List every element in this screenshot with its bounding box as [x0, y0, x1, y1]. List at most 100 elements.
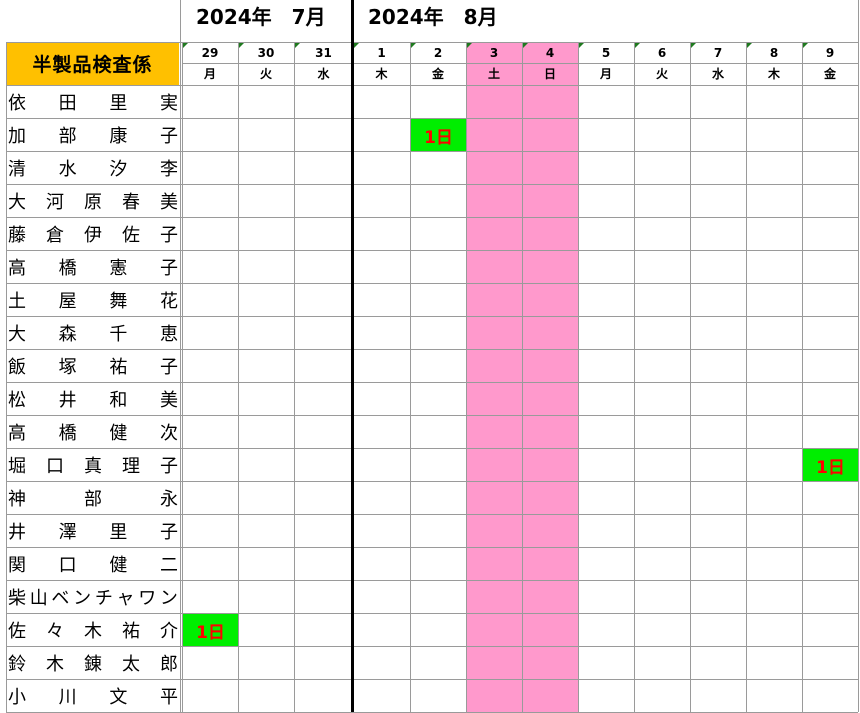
cell-comment-marker: [411, 43, 416, 48]
weekday-label-5[interactable]: 月: [578, 63, 634, 85]
grid-line: [6, 448, 858, 449]
day-number-5[interactable]: 5: [578, 43, 634, 63]
staff-name-char: 子: [160, 455, 178, 477]
staff-name-char: 子: [159, 125, 178, 147]
department-header[interactable]: 半製品検査係: [6, 42, 179, 85]
staff-name-char: 加: [8, 125, 26, 147]
staff-name-char: 美: [160, 191, 178, 213]
staff-name-char: 次: [159, 422, 178, 444]
staff-name-char: チ: [94, 587, 113, 609]
cell-comment-marker: [747, 43, 752, 48]
grid-line: [6, 283, 858, 284]
weekday-label-4[interactable]: 日: [522, 63, 578, 85]
staff-name-char: 水: [58, 158, 77, 180]
staff-name-char: 神: [8, 488, 26, 510]
staff-name-char: 子: [159, 356, 178, 378]
staff-name-char: 部: [84, 488, 102, 510]
staff-name-char: 介: [160, 620, 178, 642]
staff-name[interactable]: 大森千恵: [8, 316, 178, 349]
grid-line: [182, 63, 858, 64]
staff-name-char: 堀: [8, 455, 26, 477]
weekday-label-3[interactable]: 土: [466, 63, 522, 85]
staff-name-char: ャ: [116, 587, 135, 609]
weekday-label-6[interactable]: 火: [634, 63, 690, 85]
cell-comment-marker: [579, 43, 584, 48]
day-number-30[interactable]: 30: [238, 43, 294, 63]
grid-line: [410, 42, 411, 712]
staff-name-char: ン: [73, 587, 92, 609]
staff-name-char: 花: [159, 290, 178, 312]
weekday-label-9[interactable]: 金: [802, 63, 858, 85]
staff-name-char: 健: [109, 554, 128, 576]
staff-name[interactable]: 堀口真理子: [8, 448, 178, 481]
weekday-label-7[interactable]: 水: [690, 63, 746, 85]
day-number-9[interactable]: 9: [802, 43, 858, 63]
grid-line: [182, 42, 183, 712]
staff-name[interactable]: 井澤里子: [8, 514, 178, 547]
staff-name-char: 文: [109, 686, 128, 708]
grid-line: [6, 580, 858, 581]
day-number-2[interactable]: 2: [410, 43, 466, 63]
staff-name-char: 郎: [160, 653, 178, 675]
grid-line: [6, 151, 858, 152]
month-header-july[interactable]: 2024年 7月: [196, 0, 326, 40]
grid-line: [6, 646, 858, 647]
month-header-august[interactable]: 2024年 8月: [368, 0, 498, 40]
leave-cell[interactable]: 1日: [803, 449, 858, 481]
staff-name-char: 祐: [109, 356, 128, 378]
staff-name[interactable]: 松井和美: [8, 382, 178, 415]
staff-name-char: 二: [159, 554, 178, 576]
staff-name-char: 藤: [8, 224, 26, 246]
staff-name-char: 憲: [109, 257, 128, 279]
grid-line: [6, 415, 858, 416]
staff-name-char: 山: [29, 587, 48, 609]
staff-name-char: 田: [58, 92, 77, 114]
staff-name[interactable]: 依田里実: [8, 85, 178, 118]
staff-name-char: 李: [159, 158, 178, 180]
staff-name-char: 原: [84, 191, 102, 213]
staff-name-char: 伊: [84, 224, 102, 246]
staff-name[interactable]: 加部康子: [8, 118, 178, 151]
staff-name[interactable]: 関口健二: [8, 547, 178, 580]
day-number-31[interactable]: 31: [294, 43, 353, 63]
staff-name-char: 千: [109, 323, 128, 345]
grid-line: [690, 42, 691, 712]
day-number-8[interactable]: 8: [746, 43, 802, 63]
day-number-29[interactable]: 29: [182, 43, 238, 63]
staff-name[interactable]: 高橋憲子: [8, 250, 178, 283]
weekday-label-31[interactable]: 水: [294, 63, 353, 85]
staff-name[interactable]: 柴山ベンチャワン: [8, 580, 178, 613]
staff-name[interactable]: 藤倉伊佐子: [8, 217, 178, 250]
day-number-6[interactable]: 6: [634, 43, 690, 63]
weekday-label-2[interactable]: 金: [410, 63, 466, 85]
staff-name-char: 土: [8, 290, 26, 312]
staff-name[interactable]: 小川文平: [8, 679, 178, 712]
cell-comment-marker: [635, 43, 640, 48]
staff-name[interactable]: 鈴木錬太郎: [8, 646, 178, 679]
day-number-7[interactable]: 7: [690, 43, 746, 63]
staff-name[interactable]: 土屋舞花: [8, 283, 178, 316]
weekday-label-1[interactable]: 木: [353, 63, 410, 85]
day-number-4[interactable]: 4: [522, 43, 578, 63]
staff-name[interactable]: 大河原春美: [8, 184, 178, 217]
day-number-1[interactable]: 1: [353, 43, 410, 63]
leave-cell[interactable]: 1日: [183, 614, 238, 646]
staff-name[interactable]: 佐々木祐介: [8, 613, 178, 646]
weekday-label-30[interactable]: 火: [238, 63, 294, 85]
weekday-label-8[interactable]: 木: [746, 63, 802, 85]
grid-line: [578, 42, 579, 712]
staff-name-char: 健: [109, 422, 128, 444]
leave-cell[interactable]: 1日: [411, 119, 466, 151]
staff-name-char: 実: [159, 92, 178, 114]
staff-name-char: 太: [122, 653, 140, 675]
shift-calendar-sheet: 2024年 7月 2024年 8月 半製品検査係 29 月 30 火 31 水 1 木 2 金 3 土…: [0, 0, 860, 713]
staff-name[interactable]: 高橋健次: [8, 415, 178, 448]
weekday-label-29[interactable]: 月: [182, 63, 238, 85]
day-number-3[interactable]: 3: [466, 43, 522, 63]
grid-line: [6, 217, 858, 218]
grid-line: [858, 42, 859, 712]
staff-name[interactable]: 清水汐李: [8, 151, 178, 184]
staff-name[interactable]: 神部永: [8, 481, 178, 514]
staff-name-char: 汐: [109, 158, 128, 180]
staff-name[interactable]: 飯塚祐子: [8, 349, 178, 382]
